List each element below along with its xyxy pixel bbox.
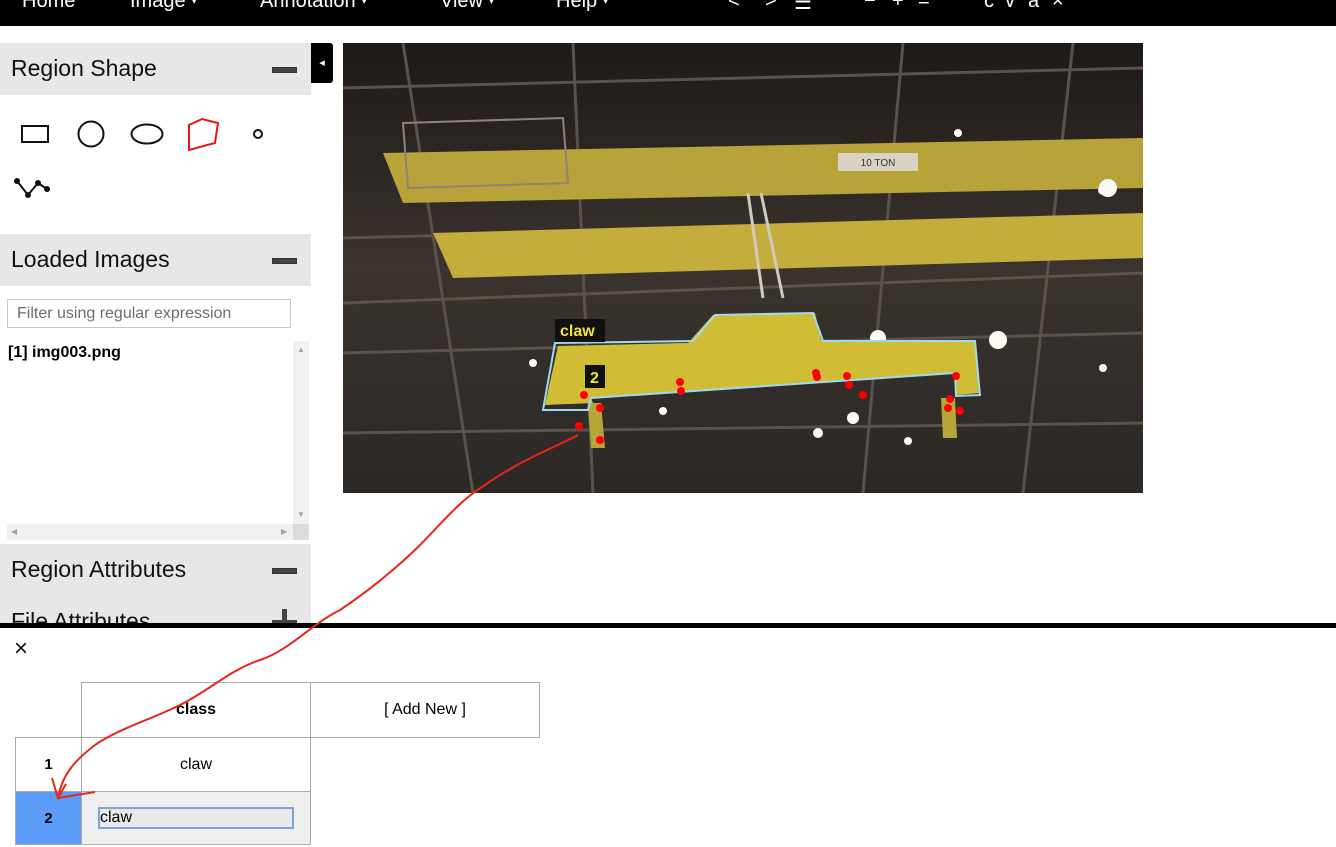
collapse-icon[interactable] bbox=[272, 258, 297, 264]
collapse-icon[interactable] bbox=[272, 568, 297, 574]
circle-icon[interactable] bbox=[76, 119, 106, 149]
menu-home[interactable]: Home bbox=[22, 0, 75, 13]
collapse-sidebar-button[interactable]: ◂ bbox=[311, 43, 333, 83]
add-new-attribute-button[interactable]: [ Add New ] bbox=[310, 682, 540, 738]
image-canvas[interactable]: 10 TON claw 2 bbox=[343, 43, 1143, 493]
file-attributes-header[interactable]: File Attributes bbox=[0, 596, 311, 625]
scrollbar-corner bbox=[293, 524, 309, 540]
table-corner bbox=[16, 683, 82, 738]
empty-cell bbox=[311, 738, 540, 792]
scroll-down-icon[interactable]: ▼ bbox=[297, 510, 305, 519]
next-image-icon[interactable]: > bbox=[765, 0, 777, 13]
class-value-input[interactable] bbox=[98, 807, 294, 829]
class-cell[interactable] bbox=[81, 791, 311, 845]
region-label-2: 2 bbox=[590, 370, 599, 387]
delete-icon[interactable]: × bbox=[1052, 0, 1064, 13]
menu-annotation[interactable]: Annotation ▾ bbox=[260, 0, 367, 13]
menu-image[interactable]: Image ▾ bbox=[130, 0, 197, 13]
annotated-image: 10 TON claw 2 bbox=[343, 43, 1143, 493]
menu-view[interactable]: View ▾ bbox=[440, 0, 494, 13]
image-filter-input[interactable] bbox=[7, 299, 291, 328]
horizontal-scrollbar[interactable]: ◀ ▶ bbox=[7, 524, 293, 540]
shape-palette bbox=[0, 95, 311, 231]
polyline-icon[interactable] bbox=[13, 175, 51, 201]
ellipse-icon[interactable] bbox=[129, 122, 165, 146]
region-shape-header[interactable]: Region Shape bbox=[0, 43, 311, 95]
row-index[interactable]: 1 bbox=[15, 737, 82, 792]
region-attributes-header[interactable]: Region Attributes bbox=[0, 544, 311, 596]
list-icon[interactable]: ☰ bbox=[794, 0, 812, 15]
capacity-sign-text: 10 TON bbox=[861, 158, 896, 169]
image-list-item[interactable]: [1] img003.png bbox=[8, 344, 121, 362]
close-editor-button[interactable]: × bbox=[14, 636, 28, 662]
zoom-reset-icon[interactable]: = bbox=[918, 0, 930, 13]
copy-icon[interactable]: c bbox=[984, 0, 994, 13]
editor-divider[interactable] bbox=[0, 623, 1336, 628]
image-list: [1] img003.png bbox=[0, 341, 293, 524]
vertical-scrollbar[interactable]: ▲ ▼ bbox=[293, 341, 309, 524]
zoom-out-icon[interactable]: − bbox=[864, 0, 876, 13]
paste-icon[interactable]: v bbox=[1005, 0, 1015, 13]
loaded-images-header[interactable]: Loaded Images bbox=[0, 234, 311, 286]
point-icon[interactable] bbox=[251, 127, 265, 141]
menu-bar: Home Image ▾ Annotation ▾ View ▾ Help ▾ < > … bbox=[0, 0, 1336, 26]
polygon-icon[interactable] bbox=[184, 115, 222, 153]
region-shape-title: Region Shape bbox=[11, 55, 157, 81]
prev-image-icon[interactable]: < bbox=[728, 0, 740, 13]
empty-cell bbox=[311, 792, 540, 845]
scroll-left-icon[interactable]: ◀ bbox=[11, 527, 17, 536]
column-header-class[interactable]: class bbox=[81, 682, 311, 738]
class-cell[interactable]: claw bbox=[81, 737, 311, 792]
rectangle-icon[interactable] bbox=[20, 123, 50, 145]
menu-help[interactable]: Help ▾ bbox=[556, 0, 608, 13]
zoom-in-icon[interactable]: + bbox=[892, 0, 904, 13]
collapse-icon[interactable] bbox=[272, 67, 297, 73]
table-row-selected[interactable]: 2 bbox=[15, 791, 540, 845]
region-label-claw: claw bbox=[560, 323, 595, 340]
region-attributes-title: Region Attributes bbox=[11, 556, 187, 582]
scroll-right-icon[interactable]: ▶ bbox=[281, 527, 287, 536]
scroll-up-icon[interactable]: ▲ bbox=[297, 345, 305, 354]
loaded-images-title: Loaded Images bbox=[11, 246, 170, 272]
left-sidebar: Region Shape Loaded Images [1] img003.pn… bbox=[0, 43, 311, 625]
table-row[interactable]: 1 claw bbox=[15, 737, 540, 792]
attribute-editor-table: class [ Add New ] 1 claw 2 bbox=[15, 682, 540, 845]
select-all-icon[interactable]: a bbox=[1028, 0, 1039, 13]
row-index-selected[interactable]: 2 bbox=[15, 791, 82, 845]
